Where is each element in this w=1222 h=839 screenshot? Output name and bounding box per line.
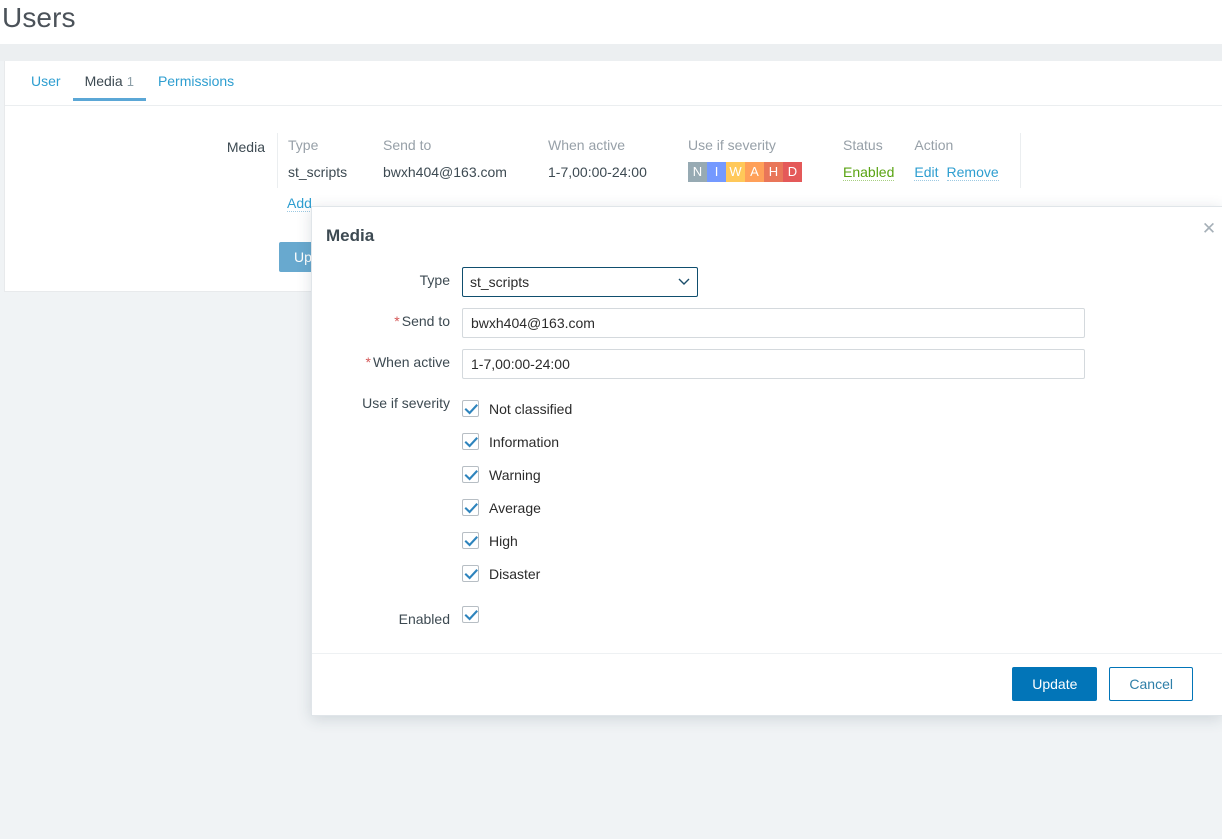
- cell-status: Enabled: [833, 159, 904, 188]
- severity-checkbox-4[interactable]: [462, 532, 479, 549]
- dialog-body: Type st_scripts *Send to *When active Us…: [312, 267, 1222, 638]
- cell-action: Edit Remove: [904, 159, 1020, 188]
- page-header: Users: [0, 0, 1222, 44]
- severity-option-row: Not classified: [462, 392, 572, 425]
- required-marker: *: [394, 313, 400, 329]
- severity-chip-H: H: [764, 162, 783, 182]
- enabled-checkbox[interactable]: [462, 606, 479, 623]
- severity-checkbox-0[interactable]: [462, 400, 479, 417]
- severity-option-label: Warning: [489, 466, 541, 483]
- dialog-footer: Update Cancel: [312, 653, 1222, 715]
- when-active-label: * When active: [312, 349, 462, 370]
- header-divider: [0, 44, 1222, 61]
- severity-checkbox-list: Not classified Information Warning Average H…: [462, 390, 572, 590]
- severity-chip-N: N: [688, 162, 707, 182]
- tab-permissions-label: Permissions: [157, 73, 235, 89]
- severity-chip-A: A: [745, 162, 764, 182]
- enabled-label: Enabled: [398, 611, 450, 627]
- cell-severity: NIWAHD: [678, 159, 833, 188]
- severity-checkbox-5[interactable]: [462, 565, 479, 582]
- severity-option-label: Disaster: [489, 565, 541, 582]
- send-to-label: * Send to: [312, 308, 462, 329]
- severity-checkbox-3[interactable]: [462, 499, 479, 516]
- dialog-title: Media: [326, 226, 375, 245]
- close-icon[interactable]: ✕: [1197, 217, 1221, 241]
- severity-option-label: Not classified: [489, 400, 573, 417]
- type-select-wrap: st_scripts: [462, 267, 698, 297]
- edit-link[interactable]: Edit: [914, 164, 939, 181]
- severity-option-row: Information: [462, 425, 572, 458]
- cancel-button[interactable]: Cancel: [1109, 667, 1193, 701]
- col-send-to: Send to: [383, 137, 432, 153]
- cell-type: st_scripts: [288, 164, 348, 180]
- severity-chip-D: D: [783, 162, 802, 182]
- add-media-link[interactable]: Add: [287, 195, 312, 212]
- when-active-label-text: When active: [372, 354, 450, 370]
- field-row-enabled: Enabled: [312, 606, 1222, 627]
- send-to-label-text: Send to: [401, 313, 450, 329]
- media-table-container: Type Send to When active Use if severity…: [277, 133, 1021, 188]
- required-marker: *: [365, 354, 371, 370]
- severity-label: Use if severity: [362, 395, 450, 411]
- col-type: Type: [288, 137, 319, 153]
- severity-chip-I: I: [707, 162, 726, 182]
- update-button[interactable]: Update: [1012, 667, 1098, 701]
- severity-strip: NIWAHD: [688, 162, 802, 182]
- severity-option-row: Warning: [462, 458, 572, 491]
- media-table: Type Send to When active Use if severity…: [278, 133, 1020, 188]
- severity-checkbox-1[interactable]: [462, 433, 479, 450]
- severity-checkbox-2[interactable]: [462, 466, 479, 483]
- col-when-active: When active: [548, 137, 626, 153]
- tab-user[interactable]: User: [19, 61, 73, 100]
- tab-user-label: User: [31, 73, 61, 89]
- severity-option-label: High: [489, 532, 518, 549]
- remove-link[interactable]: Remove: [946, 164, 999, 181]
- severity-option-row: Average: [462, 491, 572, 524]
- severity-chip-W: W: [726, 162, 745, 182]
- tab-permissions[interactable]: Permissions: [146, 61, 246, 100]
- severity-option-label: Information: [489, 433, 560, 450]
- dialog-button-group: Update Cancel: [1012, 667, 1193, 701]
- field-row-severity: Use if severity Not classified Informatio…: [312, 390, 1222, 590]
- media-field-label: Media: [226, 139, 265, 155]
- severity-option-label: Average: [489, 499, 541, 516]
- table-row: st_scripts bwxh404@163.com 1-7,00:00-24:…: [278, 159, 1020, 188]
- col-action: Action: [914, 137, 954, 153]
- page-root: Users User Media 1 Permissions Media Type: [0, 0, 1222, 839]
- type-select[interactable]: st_scripts: [462, 267, 698, 297]
- status-badge[interactable]: Enabled: [843, 164, 895, 181]
- field-row-type: Type st_scripts: [312, 267, 1222, 297]
- col-severity: Use if severity: [688, 137, 776, 153]
- field-row-when-active: * When active: [312, 349, 1222, 379]
- when-active-input[interactable]: [462, 349, 1085, 379]
- severity-option-row: Disaster: [462, 557, 572, 590]
- media-dialog: Media ✕ Type st_scripts *Send to *When a…: [311, 206, 1222, 716]
- send-to-input[interactable]: [462, 308, 1085, 338]
- tab-media[interactable]: Media 1: [72, 61, 147, 101]
- cell-when-active: 1-7,00:00-24:00: [548, 164, 647, 180]
- col-status: Status: [843, 137, 883, 153]
- field-row-send-to: * Send to: [312, 308, 1222, 338]
- severity-option-row: High: [462, 524, 572, 557]
- cell-send-to: bwxh404@163.com: [383, 164, 507, 180]
- tab-bar: User Media 1 Permissions: [5, 61, 1222, 106]
- tab-media-label: Media: [84, 73, 123, 89]
- page-title: Users: [2, 2, 76, 33]
- media-table-header-row: Type Send to When active Use if severity…: [278, 133, 1020, 159]
- type-label: Type: [419, 272, 450, 288]
- tab-media-count: 1: [126, 74, 134, 89]
